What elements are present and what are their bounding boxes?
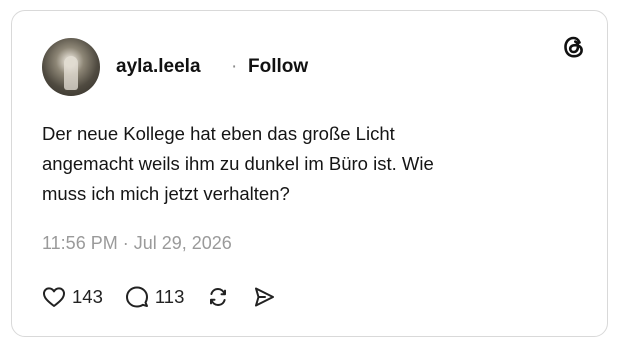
avatar[interactable] xyxy=(42,38,100,96)
repost-button[interactable] xyxy=(206,285,230,309)
like-count: 143 xyxy=(72,286,103,307)
heart-icon xyxy=(43,287,65,307)
post-card: ayla.leela · Follow Der neue Kollege hat… xyxy=(11,10,608,337)
speech-bubble-icon xyxy=(125,286,148,308)
post-text: Der neue Kollege hat eben das große Lich… xyxy=(42,119,582,209)
like-button[interactable]: 143 xyxy=(42,286,103,308)
post-text-line: angemacht weils ihm zu dunkel im Büro is… xyxy=(42,153,434,174)
action-bar: 143 113 xyxy=(42,284,298,310)
post-timestamp[interactable]: 11:56 PM · Jul 29, 2026 xyxy=(42,233,232,254)
post-text-line: Der neue Kollege hat eben das große Lich… xyxy=(42,123,395,144)
separator-dot: · xyxy=(231,56,238,77)
post-text-line: muss ich mich jetzt verhalten? xyxy=(42,183,290,204)
threads-logo-icon[interactable] xyxy=(560,33,588,61)
username[interactable]: ayla.leela xyxy=(116,56,201,78)
share-button[interactable] xyxy=(252,285,276,309)
follow-button[interactable]: Follow xyxy=(248,56,308,78)
send-icon xyxy=(255,287,275,307)
reply-button[interactable]: 113 xyxy=(125,285,185,309)
reply-count: 113 xyxy=(154,286,185,307)
repost-icon xyxy=(210,287,227,307)
